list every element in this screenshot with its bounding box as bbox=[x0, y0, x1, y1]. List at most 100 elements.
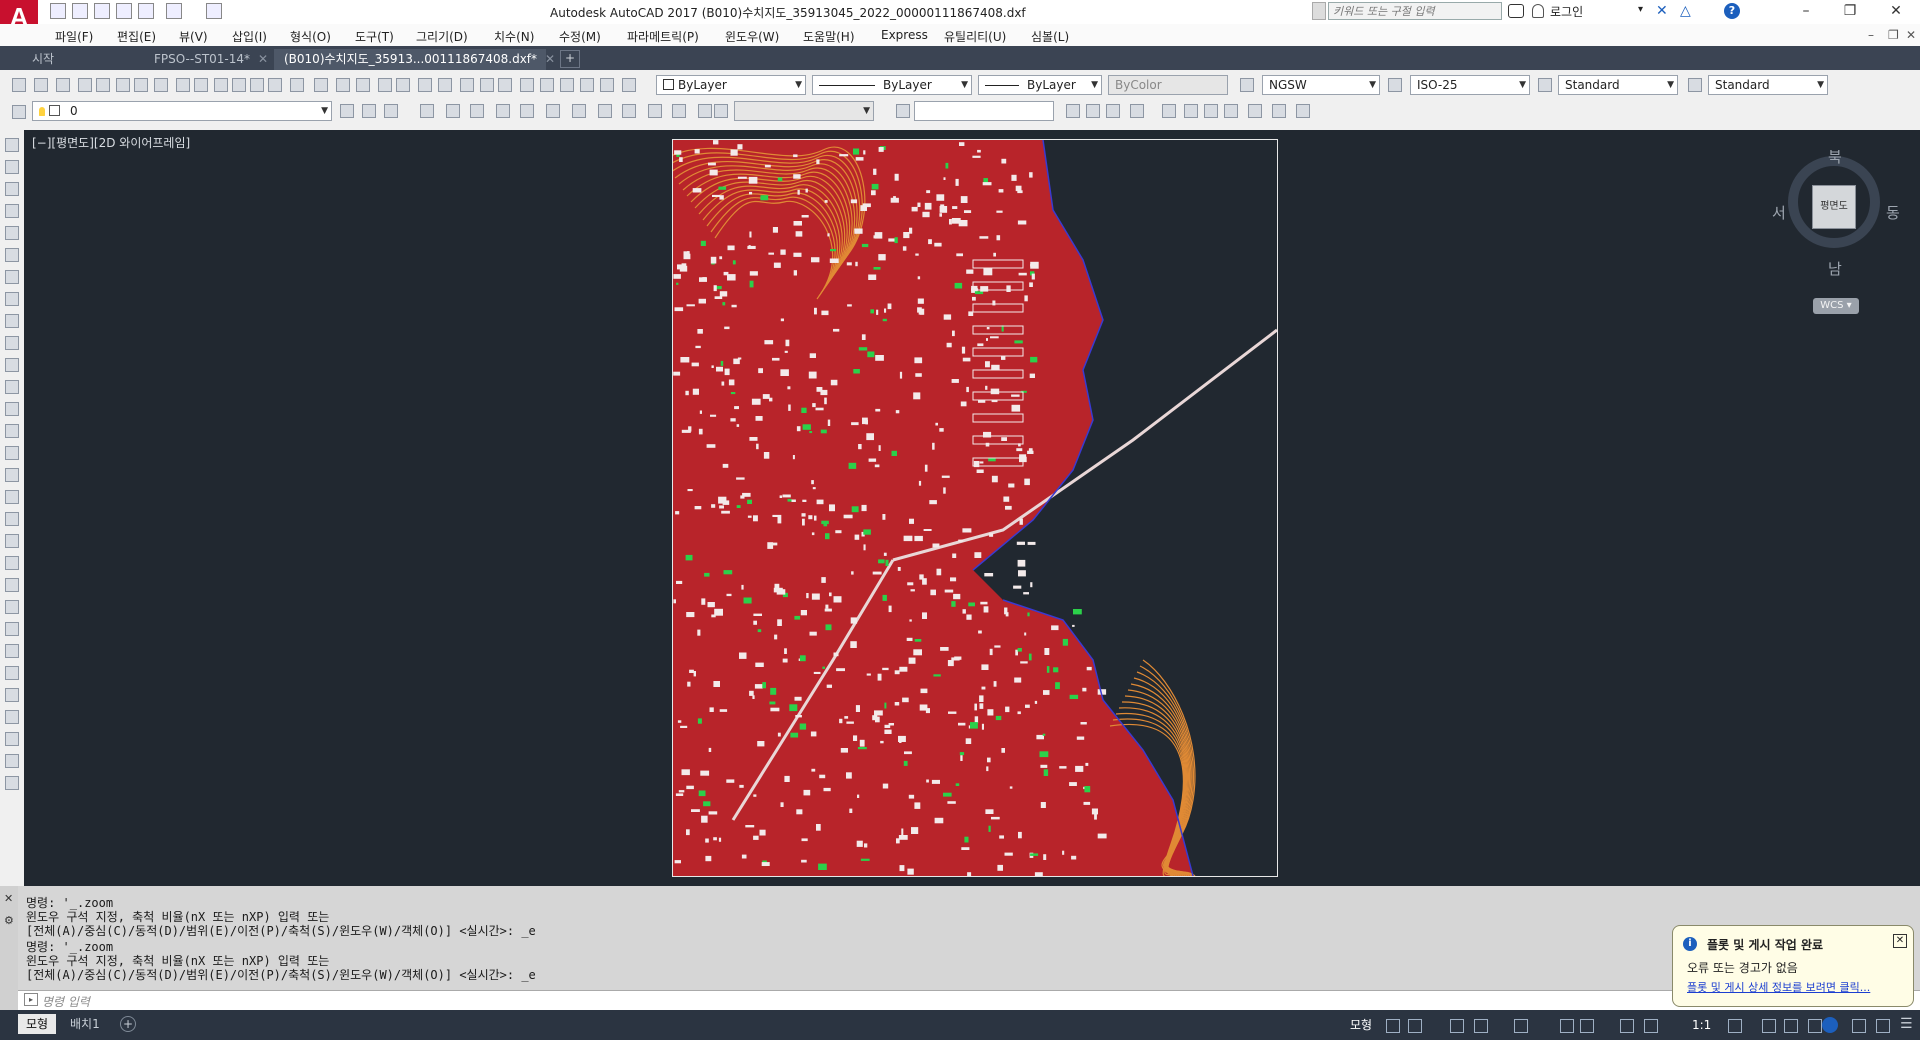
dim-style-combo[interactable]: ISO-25 ▼ bbox=[1410, 75, 1530, 95]
command-input[interactable] bbox=[18, 990, 1920, 1011]
toolbar-button-icon[interactable] bbox=[96, 78, 110, 92]
draw-tool-icon[interactable] bbox=[5, 358, 19, 372]
toolbar-button-icon[interactable] bbox=[600, 78, 614, 92]
draw-tool-icon[interactable] bbox=[5, 402, 19, 416]
binoculars-icon[interactable] bbox=[1508, 4, 1524, 18]
viewport-controls-label[interactable]: [−][평면도][2D 와이어프레임] bbox=[32, 134, 190, 151]
draw-tool-icon[interactable] bbox=[5, 776, 19, 790]
quick-properties-icon[interactable] bbox=[1808, 1019, 1822, 1033]
toolbar-button-icon[interactable] bbox=[1086, 104, 1100, 118]
toolbar-button-icon[interactable] bbox=[446, 104, 460, 118]
menu-file[interactable]: 파일(F) bbox=[55, 28, 93, 45]
ortho-icon[interactable] bbox=[1450, 1019, 1464, 1033]
redo-icon[interactable] bbox=[206, 3, 222, 19]
draw-tool-icon[interactable] bbox=[5, 182, 19, 196]
toolbar-button-icon[interactable] bbox=[250, 78, 264, 92]
toolbar-button-icon[interactable] bbox=[1272, 104, 1286, 118]
draw-tool-icon[interactable] bbox=[5, 644, 19, 658]
draw-tool-icon[interactable] bbox=[5, 622, 19, 636]
layout-tab-model[interactable]: 모형 bbox=[18, 1014, 57, 1034]
draw-tool-icon[interactable] bbox=[5, 204, 19, 218]
toolbar-button-icon[interactable] bbox=[340, 104, 354, 118]
toolbar-button-icon[interactable] bbox=[232, 78, 246, 92]
toolbar-button-icon[interactable] bbox=[268, 78, 282, 92]
viewport-scale-field[interactable] bbox=[914, 101, 1054, 121]
compass-east-label[interactable]: 동 bbox=[1886, 202, 1900, 223]
isolate-objects-icon[interactable] bbox=[1822, 1017, 1838, 1033]
open-file-icon[interactable] bbox=[72, 3, 88, 19]
linetype-combo[interactable]: ByLayer ▼ bbox=[812, 75, 972, 95]
toolbar-button-icon[interactable] bbox=[498, 78, 512, 92]
compass-south-label[interactable]: 남 bbox=[1828, 258, 1842, 279]
annotation-scale[interactable]: 1:1 bbox=[1692, 1018, 1711, 1032]
compass-west-label[interactable]: 서 bbox=[1772, 202, 1786, 223]
toolbar-button-icon[interactable] bbox=[560, 78, 574, 92]
color-combo[interactable]: ByLayer ▼ bbox=[656, 75, 806, 95]
draw-tool-icon[interactable] bbox=[5, 534, 19, 548]
toolbar-button-icon[interactable] bbox=[1130, 104, 1144, 118]
print-icon[interactable] bbox=[138, 3, 154, 19]
menu-edit[interactable]: 편집(E) bbox=[117, 28, 156, 45]
toolbar-button-icon[interactable] bbox=[622, 104, 636, 118]
toolbar-button-icon[interactable] bbox=[336, 78, 350, 92]
toolbar-button-icon[interactable] bbox=[1162, 104, 1176, 118]
plot-complete-notification[interactable]: i 플롯 및 게시 작업 완료 ✕ 오류 또는 경고가 없음 플롯 및 게시 상… bbox=[1672, 925, 1914, 1007]
multileader-style-combo[interactable]: Standard ▼ bbox=[1708, 75, 1828, 95]
toolbar-button-icon[interactable] bbox=[362, 104, 376, 118]
wrench-icon[interactable]: ⚙ bbox=[4, 914, 14, 927]
multileader-style-icon[interactable] bbox=[1688, 78, 1702, 92]
menu-utilities[interactable]: 유틸리티(U) bbox=[944, 28, 1006, 45]
toolbar-button-icon[interactable] bbox=[648, 104, 662, 118]
draw-tool-icon[interactable] bbox=[5, 248, 19, 262]
close-icon[interactable]: ✕ bbox=[4, 892, 13, 905]
minimize-button[interactable]: – bbox=[1784, 0, 1828, 24]
save-icon[interactable] bbox=[94, 3, 110, 19]
tab-start[interactable]: 시작 bbox=[22, 49, 140, 70]
menu-tools[interactable]: 도구(T) bbox=[355, 28, 394, 45]
clean-screen-icon[interactable] bbox=[1876, 1019, 1890, 1033]
help-icon[interactable]: ? bbox=[1724, 3, 1740, 19]
model-space-button[interactable]: 모형 bbox=[1350, 1016, 1372, 1033]
draw-tool-icon[interactable] bbox=[5, 446, 19, 460]
toolbar-button-icon[interactable] bbox=[580, 78, 594, 92]
draw-tool-icon[interactable] bbox=[5, 666, 19, 680]
toolbar-button-icon[interactable] bbox=[496, 104, 510, 118]
units-icon[interactable] bbox=[1784, 1019, 1798, 1033]
draw-tool-icon[interactable] bbox=[5, 600, 19, 614]
toolbar-button-icon[interactable] bbox=[378, 78, 392, 92]
toolbar-button-icon[interactable] bbox=[1184, 104, 1198, 118]
toolbar-button-icon[interactable] bbox=[480, 78, 494, 92]
new-tab-button[interactable]: + bbox=[560, 50, 580, 68]
draw-tool-icon[interactable] bbox=[5, 512, 19, 526]
menu-view[interactable]: 뷰(V) bbox=[179, 28, 208, 45]
save-as-icon[interactable] bbox=[116, 3, 132, 19]
draw-tool-icon[interactable] bbox=[5, 578, 19, 592]
draw-tool-icon[interactable] bbox=[5, 556, 19, 570]
close-icon[interactable]: ✕ bbox=[545, 52, 555, 66]
hardware-acceleration-icon[interactable] bbox=[1852, 1019, 1866, 1033]
layer-properties-icon[interactable] bbox=[12, 105, 26, 119]
toolbar-button-icon[interactable] bbox=[384, 104, 398, 118]
toolbar-button-icon[interactable] bbox=[194, 78, 208, 92]
toolbar-button-icon[interactable] bbox=[134, 78, 148, 92]
draw-tool-icon[interactable] bbox=[5, 710, 19, 724]
keyword-search-input[interactable]: 키워드 또는 구절 입력 bbox=[1328, 2, 1502, 20]
menu-format[interactable]: 형식(O) bbox=[290, 28, 331, 45]
customize-menu-icon[interactable]: ☰ bbox=[1900, 1016, 1913, 1032]
draw-tool-icon[interactable] bbox=[5, 226, 19, 240]
close-icon[interactable]: ✕ bbox=[1893, 934, 1907, 948]
toolbar-button-icon[interactable] bbox=[420, 104, 434, 118]
doc-restore-button[interactable]: ❐ bbox=[1888, 28, 1899, 42]
menu-parametric[interactable]: 파라메트릭(P) bbox=[627, 28, 699, 45]
wcs-menu-button[interactable]: WCS ▾ bbox=[1813, 298, 1859, 314]
search-expand-icon[interactable] bbox=[1312, 2, 1326, 20]
plus-icon[interactable] bbox=[1762, 1019, 1776, 1033]
command-line-grip[interactable]: ✕ ⚙ bbox=[0, 886, 19, 1010]
dim-style-icon[interactable] bbox=[1388, 78, 1402, 92]
doc-close-button[interactable]: ✕ bbox=[1906, 28, 1916, 42]
toolbar-button-icon[interactable] bbox=[540, 78, 554, 92]
viewcube-face-top[interactable]: 평면도 bbox=[1812, 185, 1856, 229]
workspace-gear-icon[interactable] bbox=[1728, 1019, 1742, 1033]
draw-tool-icon[interactable] bbox=[5, 336, 19, 350]
toolbar-button-icon[interactable] bbox=[598, 104, 612, 118]
